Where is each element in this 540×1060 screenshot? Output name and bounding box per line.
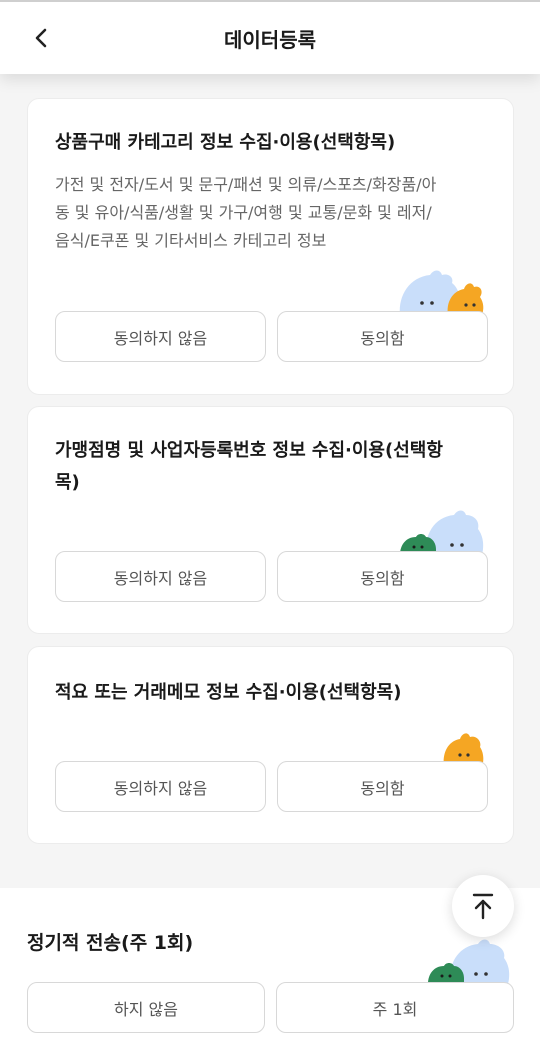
scroll-to-top-button[interactable]	[452, 875, 514, 937]
title-line: 가맹점명 및 사업자등록번호 정보 수집·이용(선택항	[55, 440, 443, 461]
consent-card-merchant-info: 가맹점명 및 사업자등록번호 정보 수집·이용(선택항 목) 동의하지 않음 동…	[27, 406, 514, 634]
page-title: 데이터등록	[224, 28, 316, 52]
no-transfer-button[interactable]: 하지 않음	[27, 982, 265, 1033]
consent-card-memo-info: 적요 또는 거래메모 정보 수집·이용(선택항목) 동의하지 않음 동의함	[27, 646, 514, 844]
card-description: 가전 및 전자/도서 및 문구/패션 및 의류/스포츠/화장품/아 동 및 유아…	[55, 171, 489, 255]
card-title: 적요 또는 거래메모 정보 수집·이용(선택항목)	[55, 682, 402, 703]
status-strip	[0, 0, 540, 2]
description-line: 음식/E쿠폰 및 기타서비스 카테고리 정보	[55, 231, 327, 250]
agree-button[interactable]: 동의함	[277, 761, 488, 812]
mascot-green-blue-icon	[400, 510, 484, 555]
arrow-up-to-top-icon	[472, 893, 494, 920]
mascot-blue-orange-icon	[399, 270, 484, 315]
mascot-green-blue-icon	[428, 939, 510, 984]
decline-button[interactable]: 동의하지 않음	[55, 311, 266, 362]
weekly-transfer-button[interactable]: 주 1회	[276, 982, 514, 1033]
description-line: 동 및 유아/식품/생활 및 가구/여행 및 교통/문화 및 레저/	[55, 203, 432, 222]
description-line: 가전 및 전자/도서 및 문구/패션 및 의류/스포츠/화장품/아	[55, 175, 437, 194]
agree-button[interactable]: 동의함	[277, 551, 488, 602]
card-title: 가맹점명 및 사업자등록번호 정보 수집·이용(선택항 목)	[55, 435, 483, 499]
section-title: 정기적 전송(주 1회)	[27, 932, 194, 954]
title-line: 목)	[55, 472, 80, 493]
decline-button[interactable]: 동의하지 않음	[55, 761, 266, 812]
app-header: 데이터등록	[0, 0, 540, 74]
decline-button[interactable]: 동의하지 않음	[55, 551, 266, 602]
consent-card-purchase-category: 상품구매 카테고리 정보 수집·이용(선택항목) 가전 및 전자/도서 및 문구…	[27, 98, 514, 395]
agree-button[interactable]: 동의함	[277, 311, 488, 362]
card-title: 상품구매 카테고리 정보 수집·이용(선택항목)	[55, 132, 396, 153]
